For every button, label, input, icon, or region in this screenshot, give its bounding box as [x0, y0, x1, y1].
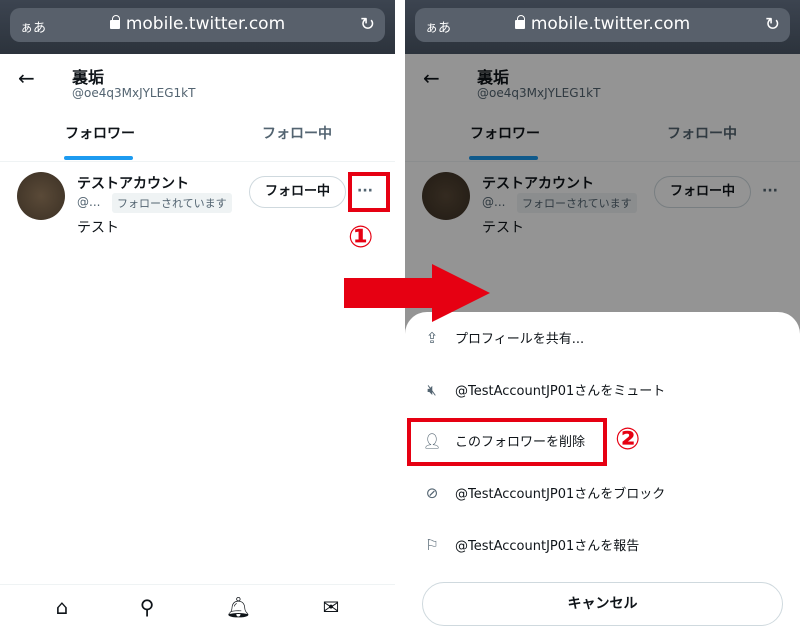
reload-icon[interactable]: ↻	[765, 14, 780, 35]
bell-icon[interactable]: 🔔︎	[226, 595, 251, 619]
menu-item-share-profile[interactable]: ⇪ プロフィールを共有...	[421, 328, 585, 348]
block-icon: ⊘	[425, 483, 439, 502]
highlight-box-more	[348, 172, 390, 212]
mute-icon: 🔇︎	[427, 380, 437, 399]
mail-icon[interactable]: ✉	[323, 595, 340, 619]
divider	[0, 161, 395, 162]
menu-item-label: @TestAccountJP01さんをミュート	[455, 384, 666, 399]
menu-item-label: @TestAccountJP01さんを報告	[455, 539, 640, 554]
bottom-nav: ⌂ ⚲ 🔔︎ ✉	[0, 584, 395, 629]
user-name[interactable]: テストアカウント	[77, 173, 189, 193]
user-handle: @...	[77, 195, 101, 209]
tab-followers[interactable]: フォロワー	[65, 123, 135, 143]
step-arrow	[344, 278, 434, 308]
profile-name: 裏垢	[72, 68, 105, 87]
address-bar[interactable]: ぁあ mobile.twitter.com ↻	[10, 8, 385, 42]
lock-icon	[514, 15, 525, 29]
following-button[interactable]: フォロー中	[249, 176, 346, 208]
reload-icon[interactable]: ↻	[360, 14, 375, 35]
menu-item-report[interactable]: ⚐ @TestAccountJP01さんを報告	[421, 535, 640, 555]
browser-bar: ぁあ mobile.twitter.com ↻	[405, 0, 800, 54]
lock-icon	[109, 15, 120, 29]
step-arrow-head	[432, 264, 490, 322]
cancel-button[interactable]: キャンセル	[422, 582, 783, 626]
back-arrow-icon[interactable]: ←	[18, 66, 35, 90]
user-bio: テスト	[77, 220, 119, 236]
follows-you-badge: フォローされています	[112, 193, 232, 213]
highlight-box-remove	[407, 418, 607, 466]
url-text: mobile.twitter.com	[530, 14, 691, 34]
step-1-label: ①	[348, 220, 374, 255]
tab-following[interactable]: フォロー中	[262, 123, 332, 143]
step-2-label: ②	[615, 422, 641, 457]
home-icon[interactable]: ⌂	[56, 595, 69, 619]
menu-item-label: プロフィールを共有...	[455, 332, 585, 347]
menu-item-mute[interactable]: 🔇︎ @TestAccountJP01さんをミュート	[421, 380, 666, 400]
search-icon[interactable]: ⚲	[140, 595, 155, 619]
url-text: mobile.twitter.com	[125, 14, 286, 34]
address-bar[interactable]: ぁあ mobile.twitter.com ↻	[415, 8, 790, 42]
browser-bar: ぁあ mobile.twitter.com ↻	[0, 0, 395, 54]
active-tab-indicator	[64, 156, 133, 160]
profile-handle: @oe4q3MxJYLEG1kT	[72, 86, 196, 100]
menu-item-label: @TestAccountJP01さんをブロック	[455, 487, 666, 502]
action-sheet: ⇪ プロフィールを共有... 🔇︎ @TestAccountJP01さんをミュート …	[405, 312, 800, 629]
menu-item-block[interactable]: ⊘ @TestAccountJP01さんをブロック	[421, 483, 666, 503]
avatar[interactable]	[17, 172, 65, 220]
screen-before: ぁあ mobile.twitter.com ↻ ← 裏垢 @oe4q3MxJYL…	[0, 0, 395, 629]
flag-icon: ⚐	[425, 535, 439, 554]
share-icon: ⇪	[425, 328, 439, 347]
